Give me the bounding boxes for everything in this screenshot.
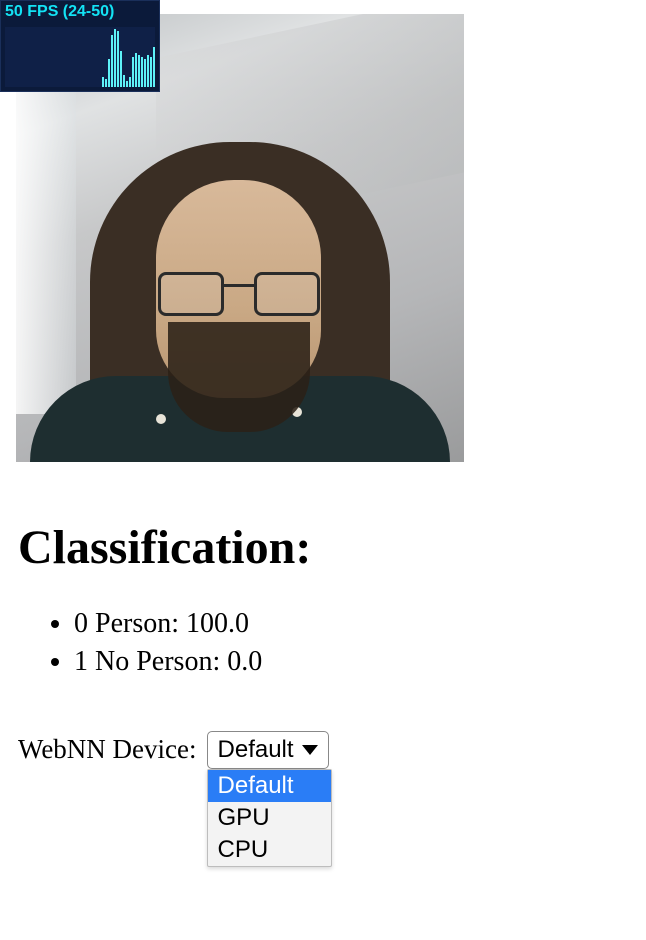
fps-bar [111,35,113,87]
device-row: WebNN Device: Default DefaultGPUCPU [18,731,646,769]
chevron-down-icon [302,745,318,755]
fps-bar [126,81,128,87]
fps-bar [123,75,125,87]
classification-heading: Classification: [18,520,646,575]
fps-text: 50 FPS (24-50) [1,1,159,23]
fps-bar [132,57,134,87]
device-selected-value: Default [218,736,294,764]
fps-bar [102,77,104,87]
fps-bar [141,57,143,87]
device-option-cpu[interactable]: CPU [208,834,331,866]
fps-bar [144,59,146,87]
classification-item: 1 No Person: 0.0 [74,643,646,681]
device-label: WebNN Device: [18,734,197,765]
fps-graph [5,27,155,87]
fps-bar [120,51,122,87]
device-option-gpu[interactable]: GPU [208,802,331,834]
fps-bar [153,47,155,87]
fps-bar [138,55,140,87]
device-dropdown: DefaultGPUCPU [207,769,332,867]
classification-item: 0 Person: 100.0 [74,605,646,643]
fps-stats-overlay: 50 FPS (24-50) [0,0,160,92]
fps-bar [108,59,110,87]
fps-bar [117,31,119,87]
fps-bar [105,79,107,87]
device-option-default[interactable]: Default [208,770,331,802]
fps-bar [147,55,149,87]
fps-bar [135,53,137,87]
device-select[interactable]: Default [207,731,329,769]
classification-list: 0 Person: 100.01 No Person: 0.0 [34,605,646,681]
fps-bar [129,77,131,87]
fps-bar [150,57,152,87]
fps-bar [114,29,116,87]
